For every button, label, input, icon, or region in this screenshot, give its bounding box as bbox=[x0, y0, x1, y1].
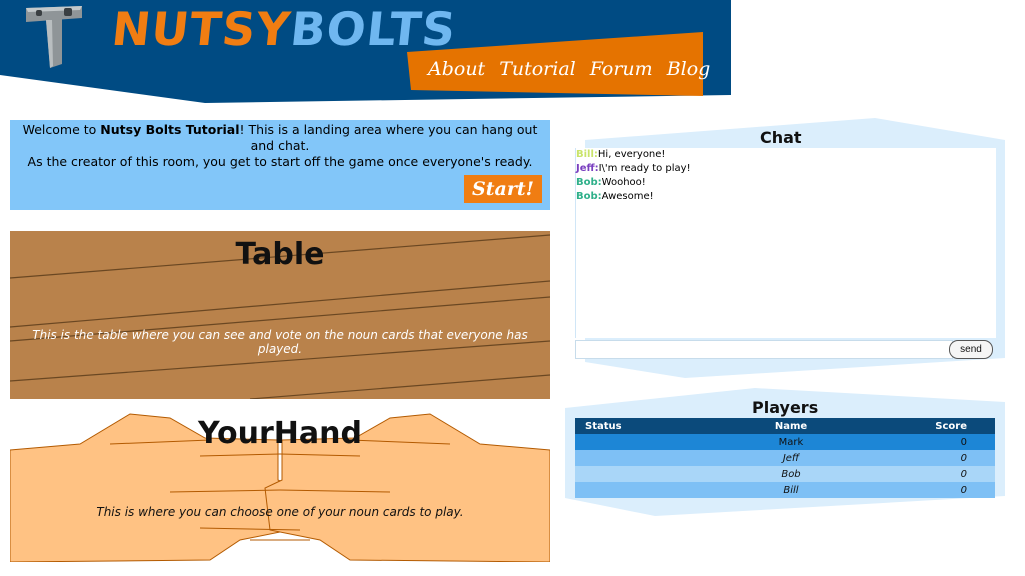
player-score: 0 bbox=[897, 434, 995, 450]
welcome-message: Welcome to Nutsy Bolts Tutorial! This is… bbox=[20, 122, 540, 170]
logo-word-nutsy: NUTSY bbox=[109, 2, 294, 56]
chat-sender-name: Bob: bbox=[576, 177, 602, 188]
players-header-row: Status Name Score bbox=[575, 418, 995, 434]
column-header-status: Status bbox=[575, 418, 685, 434]
nav-blog-link[interactable]: Blog bbox=[667, 58, 711, 80]
player-name: Mark bbox=[685, 434, 897, 450]
main-nav: About Tutorial Forum Blog bbox=[428, 58, 710, 80]
room-name: Nutsy Bolts Tutorial bbox=[100, 122, 240, 137]
welcome-panel: Welcome to Nutsy Bolts Tutorial! This is… bbox=[10, 120, 550, 210]
chat-message-text: I\'m ready to play! bbox=[598, 163, 691, 174]
chat-title: Chat bbox=[760, 128, 802, 147]
chat-message: Bill:Hi, everyone! bbox=[576, 148, 996, 162]
table-description: This is the table where you can see and … bbox=[32, 328, 528, 356]
start-game-button[interactable]: Start! bbox=[464, 175, 542, 203]
chat-message-input[interactable] bbox=[575, 340, 953, 359]
chat-message: Bob:Woohoo! bbox=[576, 176, 996, 190]
player-name: Jeff bbox=[685, 450, 897, 466]
player-name: Bob bbox=[685, 466, 897, 482]
player-score: 0 bbox=[897, 482, 995, 498]
column-header-name: Name bbox=[685, 418, 897, 434]
nav-forum-link[interactable]: Forum bbox=[590, 58, 653, 80]
players-title: Players bbox=[752, 398, 819, 417]
players-table: Status Name Score Mark 0 Jeff 0 Bob 0 Bill 0 bbox=[575, 418, 995, 498]
column-header-score: Score bbox=[897, 418, 995, 434]
chat-message: Jeff:I\'m ready to play! bbox=[576, 162, 996, 176]
player-score: 0 bbox=[897, 466, 995, 482]
table-title: Table bbox=[235, 237, 325, 272]
chat-log[interactable]: Bill:Hi, everyone! Jeff:I\'m ready to pla… bbox=[575, 148, 996, 338]
welcome-text-creator: As the creator of this room, you get to … bbox=[27, 154, 533, 169]
player-status bbox=[575, 450, 685, 466]
player-status bbox=[575, 482, 685, 498]
welcome-text-suffix: ! This is a landing area where you can h… bbox=[239, 122, 538, 153]
chat-message-text: Awesome! bbox=[601, 191, 654, 202]
chat-sender-name: Bob: bbox=[576, 191, 602, 202]
nav-tutorial-link[interactable]: Tutorial bbox=[499, 58, 576, 80]
send-button[interactable]: send bbox=[949, 340, 993, 359]
player-row: Mark 0 bbox=[575, 434, 995, 450]
player-name: Bill bbox=[685, 482, 897, 498]
player-row: Bill 0 bbox=[575, 482, 995, 498]
chat-message-text: Woohoo! bbox=[601, 177, 646, 188]
player-status bbox=[575, 434, 685, 450]
player-score: 0 bbox=[897, 450, 995, 466]
hammer-logo-icon bbox=[26, 6, 82, 68]
player-status bbox=[575, 466, 685, 482]
player-row: Bob 0 bbox=[575, 466, 995, 482]
table-area: Table This is the table where you can se… bbox=[10, 231, 550, 399]
hand-title: YourHand bbox=[198, 416, 362, 451]
welcome-text-prefix: Welcome to bbox=[22, 122, 101, 137]
chat-message: Bob:Awesome! bbox=[576, 190, 996, 204]
chat-sender-name: Bill: bbox=[576, 149, 598, 160]
player-row: Jeff 0 bbox=[575, 450, 995, 466]
hand-description: This is where you can choose one of your… bbox=[96, 505, 464, 519]
chat-message-text: Hi, everyone! bbox=[597, 149, 666, 160]
chat-sender-name: Jeff: bbox=[576, 163, 599, 174]
hand-area: YourHand This is where you can choose on… bbox=[10, 410, 550, 562]
nav-about-link[interactable]: About bbox=[428, 58, 485, 80]
